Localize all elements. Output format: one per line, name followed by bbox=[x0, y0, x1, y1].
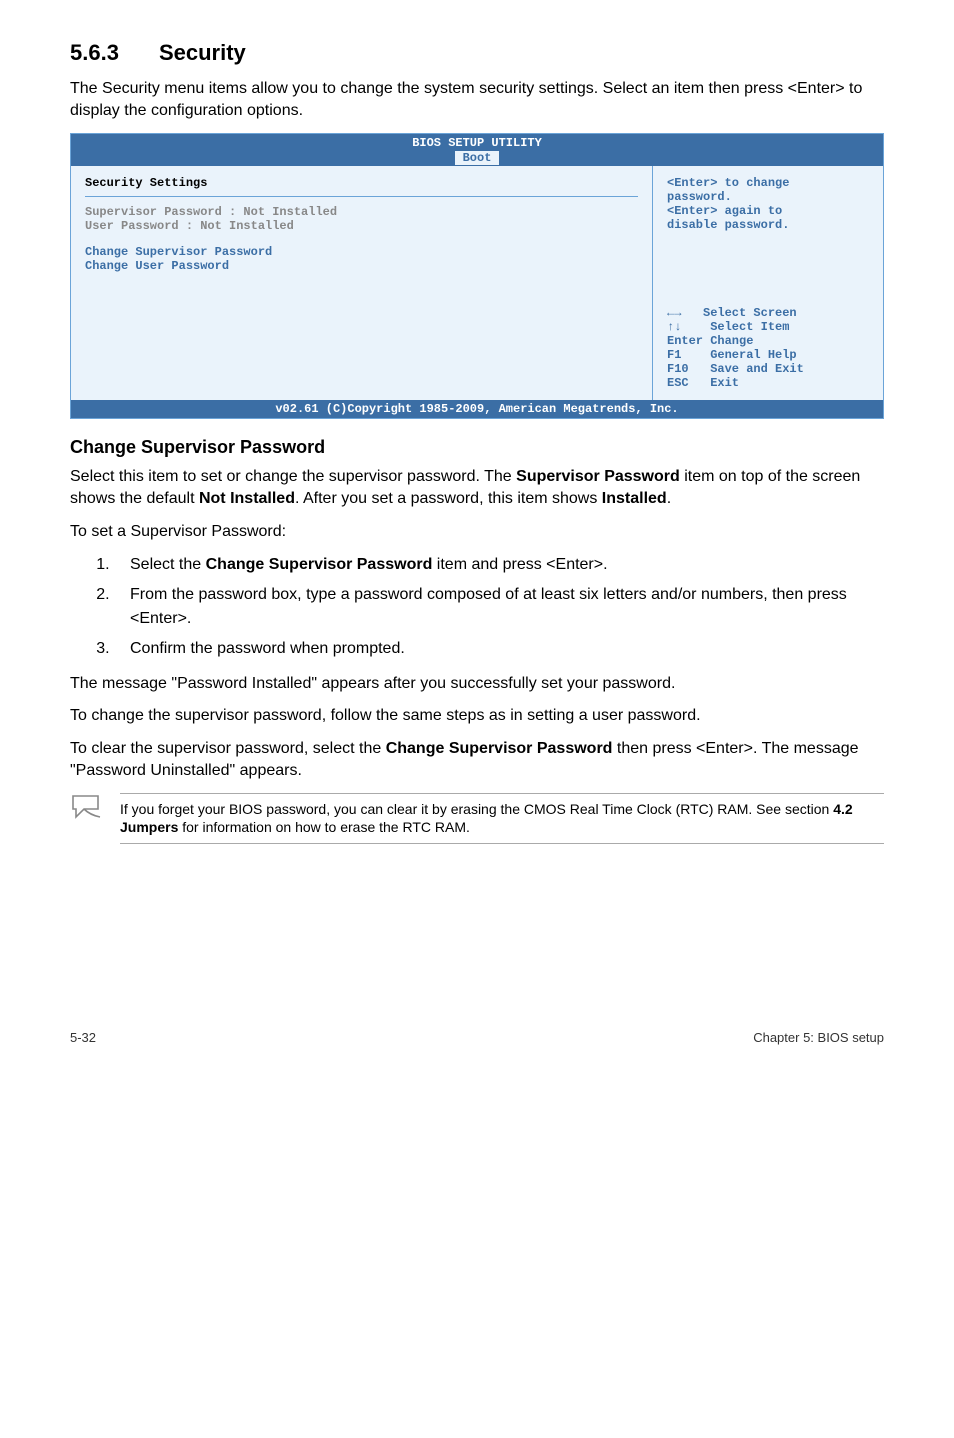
bios-footer: v02.61 (C)Copyright 1985-2009, American … bbox=[71, 400, 883, 418]
bios-nav-line: Enter Change bbox=[667, 334, 869, 348]
bios-nav-line: F1 General Help bbox=[667, 348, 869, 362]
bios-heading: Security Settings bbox=[85, 176, 638, 190]
bios-option-change-supervisor: Change Supervisor Password bbox=[85, 245, 638, 259]
text: To clear the supervisor password, select… bbox=[70, 740, 386, 757]
text: Select this item to set or change the su… bbox=[70, 468, 516, 485]
bios-nav-keys: ←→ Select Screen ↑↓ Select Item Enter Ch… bbox=[667, 306, 869, 390]
bios-nav-line: ↑↓ Select Item bbox=[667, 320, 869, 334]
text: . bbox=[667, 490, 671, 507]
text: . After you set a password, this item sh… bbox=[295, 490, 602, 507]
bios-help-line: password. bbox=[667, 190, 869, 204]
note-icon bbox=[70, 793, 106, 821]
text: for information on how to erase the RTC … bbox=[178, 819, 470, 835]
section-number: 5.6.3 bbox=[70, 40, 119, 66]
bios-screenshot: BIOS SETUP UTILITY Boot Security Setting… bbox=[70, 133, 884, 419]
bios-option-change-user: Change User Password bbox=[85, 259, 638, 273]
page-number: 5-32 bbox=[70, 1030, 96, 1045]
paragraph-3: The message "Password Installed" appears… bbox=[70, 673, 884, 695]
paragraph-5: To clear the supervisor password, select… bbox=[70, 738, 884, 783]
text: If you forget your BIOS password, you ca… bbox=[120, 801, 833, 817]
text: Select the bbox=[130, 556, 206, 573]
bios-user-status: User Password : Not Installed bbox=[85, 219, 638, 233]
subheading: Change Supervisor Password bbox=[70, 437, 884, 458]
paragraph-1: Select this item to set or change the su… bbox=[70, 466, 884, 511]
list-item: Select the Change Supervisor Password it… bbox=[114, 553, 884, 577]
text-bold: Supervisor Password bbox=[516, 468, 680, 485]
chapter-label: Chapter 5: BIOS setup bbox=[753, 1030, 884, 1045]
bios-title: BIOS SETUP UTILITY bbox=[71, 136, 883, 150]
bios-help-line: <Enter> to change bbox=[667, 176, 869, 190]
text-bold: Change Supervisor Password bbox=[386, 740, 613, 757]
text: item and press <Enter>. bbox=[432, 556, 607, 573]
bios-nav-line: ESC Exit bbox=[667, 376, 869, 390]
paragraph-2: To set a Supervisor Password: bbox=[70, 521, 884, 543]
numbered-list: Select the Change Supervisor Password it… bbox=[70, 553, 884, 661]
bios-body: Security Settings Supervisor Password : … bbox=[71, 166, 883, 400]
note-text: If you forget your BIOS password, you ca… bbox=[120, 793, 884, 845]
text-bold: Installed bbox=[602, 490, 667, 507]
text-bold: Change Supervisor Password bbox=[206, 556, 433, 573]
text-bold: Not Installed bbox=[199, 490, 295, 507]
list-item: Confirm the password when prompted. bbox=[114, 637, 884, 661]
bios-left-pane: Security Settings Supervisor Password : … bbox=[71, 166, 653, 400]
bios-nav-line: ←→ Select Screen bbox=[667, 306, 869, 320]
bios-supervisor-status: Supervisor Password : Not Installed bbox=[85, 205, 638, 219]
bios-help-line: <Enter> again to bbox=[667, 204, 869, 218]
section-heading: 5.6.3 Security bbox=[70, 40, 884, 66]
page-footer: 5-32 Chapter 5: BIOS setup bbox=[70, 1024, 884, 1045]
note-block: If you forget your BIOS password, you ca… bbox=[70, 793, 884, 845]
bios-titlebar: BIOS SETUP UTILITY Boot bbox=[71, 134, 883, 166]
bios-tab-boot: Boot bbox=[455, 151, 500, 165]
paragraph-4: To change the supervisor password, follo… bbox=[70, 705, 884, 727]
bios-right-pane: <Enter> to change password. <Enter> agai… bbox=[653, 166, 883, 400]
section-title: Security bbox=[159, 40, 246, 65]
list-item: From the password box, type a password c… bbox=[114, 583, 884, 631]
bios-divider bbox=[85, 196, 638, 197]
bios-help-text: <Enter> to change password. <Enter> agai… bbox=[667, 176, 869, 286]
intro-paragraph: The Security menu items allow you to cha… bbox=[70, 78, 884, 123]
bios-help-line: disable password. bbox=[667, 218, 869, 232]
bios-nav-line: F10 Save and Exit bbox=[667, 362, 869, 376]
